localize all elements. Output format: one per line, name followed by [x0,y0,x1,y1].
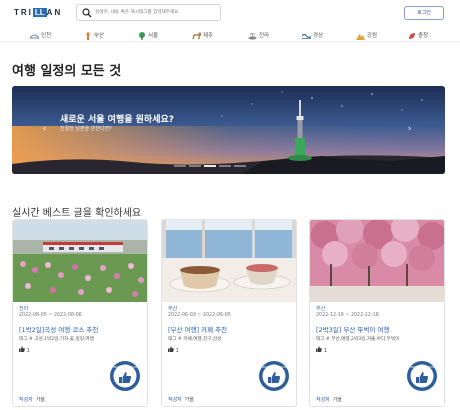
thumbs-up-icon[interactable] [316,346,322,352]
pagination-dot[interactable] [174,165,186,167]
card-title[interactable]: [2박3일] 부산 뚜벅이 여행 [316,324,389,334]
region-item-jeolla[interactable]: 전라 [248,31,269,40]
wave-icon [301,33,312,39]
region-item-chungcheong[interactable]: 충청 [408,31,428,40]
card-region: 부산 [316,306,326,312]
card-tags: 태그 # 부산,여행,2박3일,겨울,바다,뚜벅이 [316,337,400,342]
card-date: 2022-06-03 ~ 2022-06-05 [168,313,231,318]
card-photo [13,220,147,302]
card-title[interactable]: [1박2일]곡성 여행 코스 추천 [19,324,98,334]
card-title[interactable]: [부산 여행] 카페 추천 [168,324,227,334]
author-name[interactable]: 가을 [36,397,45,403]
region-label: 서울 [148,33,159,39]
leaf-icon [409,32,415,39]
region-item-busan[interactable]: 부산 [84,31,104,40]
pagination-dot[interactable] [189,165,201,167]
pagination-dot[interactable] [234,165,246,167]
region-label: 경상 [313,33,324,39]
mountain-icon [356,33,365,40]
card-author: 작성자 가을 [168,396,194,403]
search-icon[interactable] [82,8,92,18]
author-label: 작성자 [19,397,33,403]
banner-title: 새로운 서울 여행을 원하세요? [60,115,174,125]
card-photo [310,220,444,302]
pagination-dot-active[interactable] [204,165,216,167]
banner-pagination [174,165,264,167]
horse-icon [192,31,202,39]
banner-next-arrow-icon[interactable]: › [405,124,414,135]
post-card[interactable]: 전라 2022-08-05 ~ 2022-08-06 [1박2일]곡성 여행 코… [12,219,148,407]
login-button[interactable]: 로그인 [404,6,444,20]
like-count: 1 [323,348,327,354]
svg-text:TRAVEL FOR YOU: TRAVEL FOR YOU [408,365,435,369]
banner-subtitle: 친절한 남편을 원한다면? [60,126,112,132]
post-card[interactable]: 부산 2022-12-16 ~ 2022-12-18 [2박3일] 부산 뚜벅이… [309,219,445,407]
top-bar: TRILLAN 로그인 [0,0,460,28]
region-item-jeju[interactable]: 제주 [192,31,213,40]
author-name[interactable]: 가을 [185,397,194,403]
card-author: 작성자 가을 [316,396,342,403]
card-date: 2022-12-16 ~ 2022-12-18 [316,313,379,318]
card-date: 2022-08-05 ~ 2022-08-06 [19,313,82,318]
search-input[interactable] [95,6,219,19]
pagination-dot[interactable] [219,165,231,167]
region-nav: 인천 부산 서울 제주 전라 경상 강원 충청 [0,28,460,42]
like-count: 1 [175,348,179,354]
author-label: 작성자 [316,397,330,403]
travel-for-you-badge-icon: TRAVEL FOR YOU [407,361,437,391]
tree-icon [139,31,145,40]
post-card[interactable]: 부산 2022-06-03 ~ 2022-06-05 [부산 여행] 카페 추천… [161,219,297,407]
card-tags: 태그 # 곡성,1박2일,기차,꽃,힐링,여행 [19,337,94,342]
region-item-incheon[interactable]: 인천 [29,31,52,40]
thumbs-up-icon[interactable] [168,346,174,352]
card-likes: 1 [316,346,327,354]
region-label: 인천 [41,33,52,39]
svg-text:TRAVEL FOR YOU: TRAVEL FOR YOU [111,365,138,369]
svg-text:TRAVEL FOR YOU: TRAVEL FOR YOU [260,365,287,369]
author-label: 작성자 [168,397,182,403]
bridge-icon [29,34,40,39]
logo-text-right: AN [46,8,63,17]
logo[interactable]: TRI LL AN [14,8,62,17]
region-item-gangwon[interactable]: 강원 [356,31,377,40]
like-count: 1 [26,348,30,354]
card-tags: 태그 # 카페,여행,친구,감성 [168,337,222,342]
search-box[interactable] [76,4,221,21]
author-name[interactable]: 가을 [333,397,342,403]
region-item-gyeongsang[interactable]: 경상 [301,31,324,40]
card-author: 작성자 가을 [19,396,45,403]
card-likes: 1 [19,346,30,354]
region-label: 강원 [367,33,378,39]
region-label: 부산 [94,33,105,39]
tower-icon [86,31,90,40]
card-likes: 1 [168,346,179,354]
page-title: 여행 일정의 모든 것 [12,64,122,79]
logo-text-left: TRI [14,8,33,17]
travel-for-you-badge-icon: TRAVEL FOR YOU [110,361,140,391]
region-item-seoul[interactable]: 서울 [138,31,158,40]
region-label: 충청 [418,33,429,39]
region-label: 제주 [203,33,214,39]
thumbs-up-icon[interactable] [19,346,25,352]
island-icon [248,32,257,40]
best-posts-heading: 실시간 베스트 글을 확인하세요 [12,208,142,219]
region-label: 전라 [259,33,270,39]
card-photo [162,220,296,302]
logo-text-mid: LL [32,8,47,17]
travel-for-you-badge-icon: TRAVEL FOR YOU [259,361,289,391]
banner-prev-arrow-icon[interactable]: ‹ [40,124,49,135]
card-region: 전라 [19,306,29,312]
card-region: 부산 [168,306,178,312]
